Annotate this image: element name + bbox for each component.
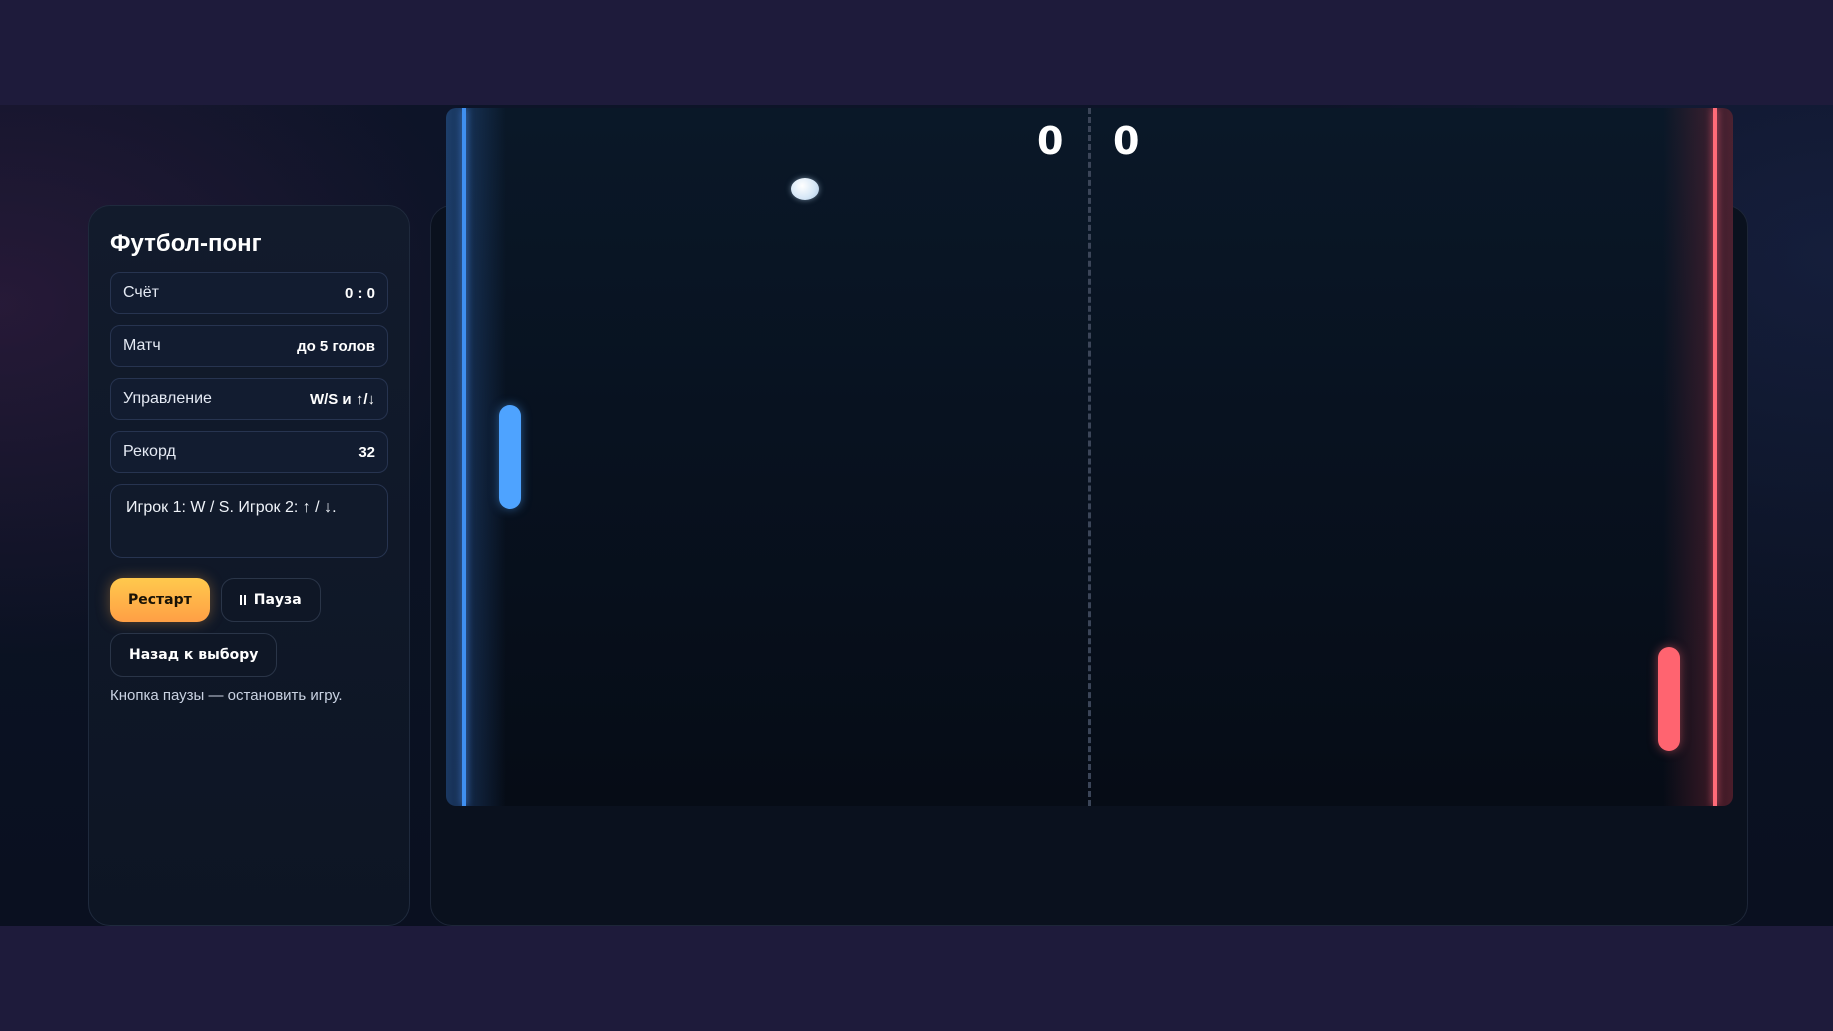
- pause-button[interactable]: Пауза: [220, 578, 321, 622]
- center-line: [1088, 108, 1091, 806]
- sidebar-panel: Футбол-понг Счёт 0 : 0 Матч до 5 голов У…: [88, 205, 410, 926]
- back-button-label: Назад к выбору: [129, 647, 259, 663]
- stat-record: Рекорд 32: [110, 431, 388, 473]
- stat-controls-label: Управление: [123, 390, 212, 407]
- player1-paddle: [499, 405, 521, 509]
- restart-button[interactable]: Рестарт: [110, 578, 210, 622]
- left-goal-glow: [446, 108, 506, 806]
- stat-match: Матч до 5 голов: [110, 325, 388, 367]
- player2-paddle: [1658, 647, 1680, 751]
- game-title: Футбол-понг: [110, 230, 262, 257]
- stat-score-label: Счёт: [123, 284, 159, 301]
- restart-button-label: Рестарт: [128, 592, 192, 608]
- hint-text: Кнопка паузы — остановить игру.: [110, 687, 343, 704]
- game-field[interactable]: 0 0: [446, 108, 1733, 806]
- score-right: 0: [1113, 119, 1140, 163]
- back-to-selection-button[interactable]: Назад к выбору: [110, 633, 278, 677]
- pause-button-label: Пауза: [253, 592, 302, 608]
- right-goal-line: [1713, 108, 1717, 806]
- stat-record-label: Рекорд: [123, 443, 176, 460]
- stat-score: Счёт 0 : 0: [110, 272, 388, 314]
- stat-controls: Управление W/S и ↑/↓: [110, 378, 388, 420]
- stat-match-label: Матч: [123, 337, 161, 354]
- ball: [791, 178, 819, 200]
- pause-icon: [239, 595, 247, 605]
- stat-record-value: 32: [358, 443, 375, 461]
- stat-controls-value: W/S и ↑/↓: [309, 390, 375, 408]
- score-left: 0: [1037, 119, 1064, 163]
- message-box: Игрок 1: W / S. Игрок 2: ↑ / ↓.: [110, 484, 388, 558]
- stat-score-value: 0 : 0: [344, 284, 375, 302]
- stat-match-value: до 5 голов: [297, 337, 375, 355]
- left-goal-line: [462, 108, 466, 806]
